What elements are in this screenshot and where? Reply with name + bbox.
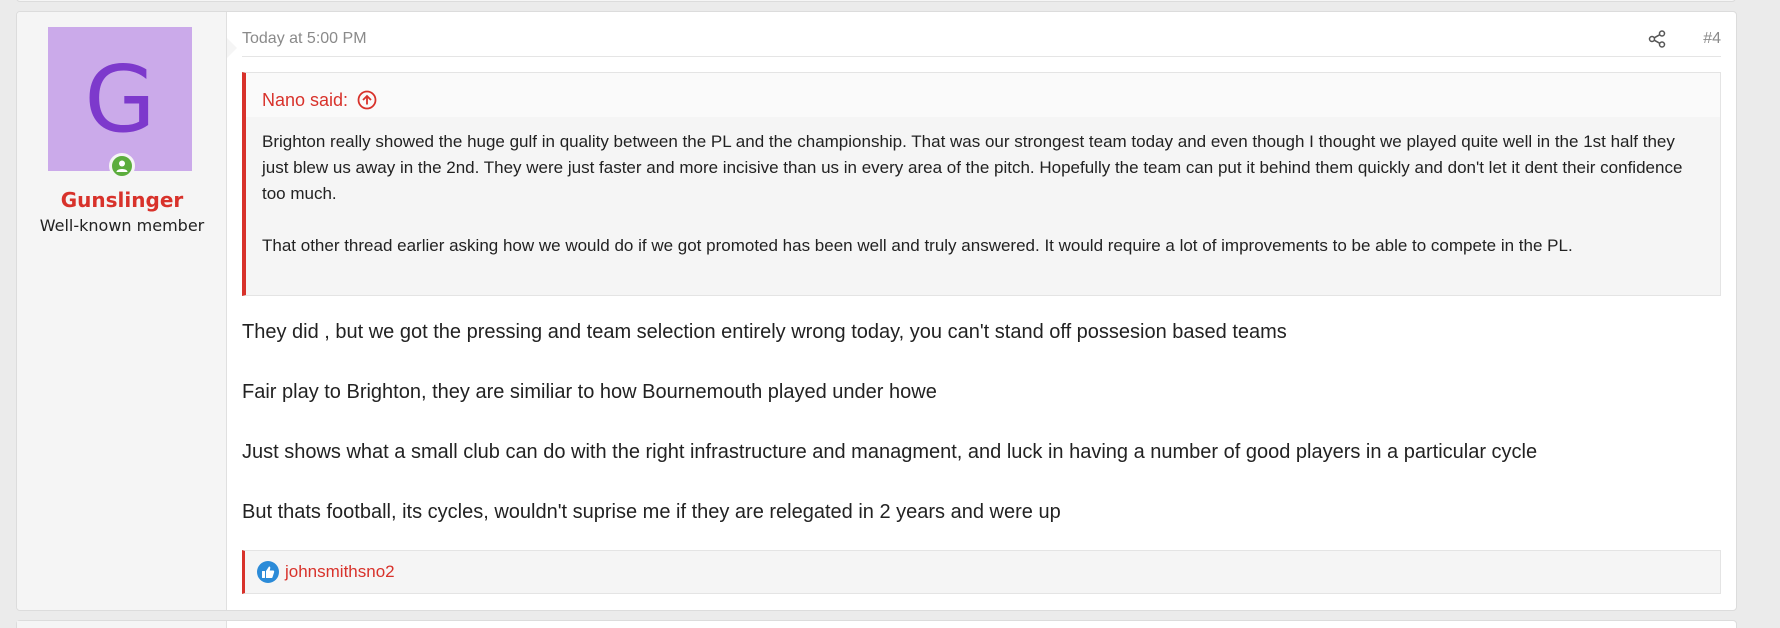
message-paragraph: Fair play to Brighton, they are similiar… — [242, 381, 937, 403]
avatar[interactable]: G — [48, 27, 192, 171]
quote-attribution[interactable]: Nano said: — [262, 90, 348, 111]
reaction-user-link[interactable]: johnsmithsno2 — [285, 562, 395, 582]
post-number-link[interactable]: #4 — [1703, 30, 1721, 48]
post-header: Today at 5:00 PM #4 — [242, 28, 1721, 57]
share-icon[interactable] — [1647, 29, 1667, 49]
arrow-up-circle-icon[interactable] — [356, 89, 378, 111]
previous-post-edge — [16, 0, 1736, 2]
message-body: They did , but we got the pressing and t… — [242, 317, 1716, 527]
username-link[interactable]: Gunslinger — [17, 188, 227, 212]
post-main: Today at 5:00 PM #4 Nano said: Brighton … — [227, 12, 1736, 610]
post-timestamp-link[interactable]: Today at 5:00 PM — [242, 30, 367, 48]
message-paragraph: They did , but we got the pressing and t… — [242, 321, 1287, 343]
message-paragraph: Just shows what a small club can do with… — [242, 441, 1538, 463]
like-thumbs-up-icon — [257, 561, 279, 583]
reactions-bar: johnsmithsno2 — [242, 550, 1721, 594]
message-paragraph: But thats football, its cycles, wouldn't… — [242, 501, 1061, 523]
next-post-edge — [16, 620, 1737, 628]
quote-content: Brighton really showed the huge gulf in … — [246, 117, 1720, 259]
quote-block: Nano said: Brighton really showed the hu… — [242, 72, 1721, 296]
quote-header[interactable]: Nano said: — [246, 73, 1720, 117]
next-post-user-cell — [17, 621, 227, 628]
avatar-letter: G — [84, 45, 156, 153]
post-user-cell: G Gunslinger Well-known member — [17, 12, 237, 610]
user-online-icon — [109, 153, 135, 179]
quote-paragraph: Brighton really showed the huge gulf in … — [262, 132, 1683, 203]
forum-post: G Gunslinger Well-known member Today at … — [16, 11, 1737, 611]
user-title: Well-known member — [39, 216, 205, 235]
quote-paragraph: That other thread earlier asking how we … — [262, 236, 1573, 255]
